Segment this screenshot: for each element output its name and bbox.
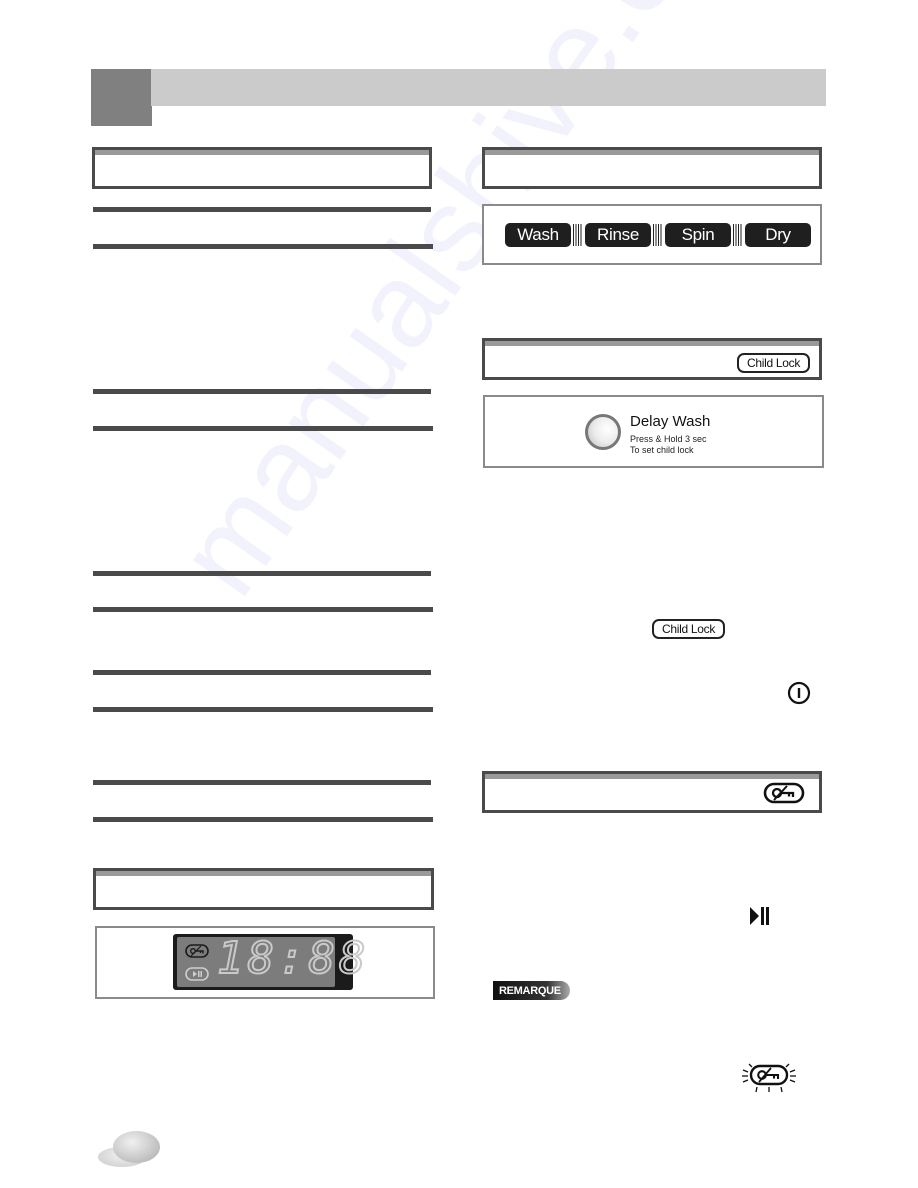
subheading-rule: [93, 571, 431, 576]
cycle-separator: [733, 224, 743, 246]
cycle-step-rinse: Rinse: [585, 223, 651, 247]
child-lock-button-label: Child Lock: [737, 353, 811, 373]
subheading-rule: [93, 707, 433, 712]
delay-wash-instruction-2: To set child lock: [630, 445, 694, 455]
subheading-rule: [93, 207, 431, 212]
child-lock-blinking-icon: [742, 1063, 796, 1093]
time-readout: 18:88: [216, 932, 370, 985]
subheading-rule: [93, 670, 431, 675]
child-lock-inline-label: Child Lock: [652, 619, 726, 639]
cycle-separator: [573, 224, 583, 246]
cycle-step-spin: Spin: [665, 223, 731, 247]
subheading-rule: [93, 244, 433, 249]
section-title-box-child-lock: Child Lock: [482, 338, 822, 380]
note-badge: REMARQUE: [493, 981, 570, 1000]
subheading-rule: [93, 607, 433, 612]
subheading-rule: [93, 780, 431, 785]
delay-wash-title: Delay Wash: [630, 413, 711, 430]
page-header-band: [151, 69, 826, 106]
section-title-box-left-1: [92, 147, 432, 189]
child-lock-icon: [185, 944, 209, 958]
child-lock-icon: [763, 782, 805, 804]
cycle-step-wash: Wash: [505, 223, 571, 247]
section-title-box-left-2: [93, 868, 434, 910]
section-title-bar: [485, 341, 819, 346]
power-icon: [787, 681, 811, 705]
cycle-separator: [653, 224, 663, 246]
display-figure: 18:88: [95, 926, 435, 999]
section-title-bar: [96, 871, 431, 876]
cycle-status-figure: Wash Rinse Spin Dry: [482, 204, 822, 265]
section-title-bar: [485, 150, 819, 155]
play-pause-icon: [185, 967, 209, 981]
page-number-badge: [113, 1131, 160, 1163]
section-title-bar: [95, 150, 429, 155]
cycle-status-bar: Wash Rinse Spin Dry: [505, 223, 811, 247]
led-display: 18:88: [173, 932, 366, 990]
section-title-bar: [485, 774, 819, 779]
section-title-box-right-1: [482, 147, 822, 189]
delay-wash-figure: Delay Wash Press & Hold 3 sec To set chi…: [483, 395, 824, 468]
play-pause-icon: [750, 907, 769, 925]
delay-wash-button[interactable]: [585, 414, 621, 450]
subheading-rule: [93, 426, 433, 431]
subheading-rule: [93, 389, 431, 394]
delay-wash-instruction-1: Press & Hold 3 sec: [630, 434, 707, 444]
led-screen: 18:88: [177, 932, 366, 987]
cycle-step-dry: Dry: [745, 223, 811, 247]
subheading-rule: [93, 817, 433, 822]
chapter-tab: [91, 69, 152, 126]
section-title-box-lock: [482, 771, 822, 813]
